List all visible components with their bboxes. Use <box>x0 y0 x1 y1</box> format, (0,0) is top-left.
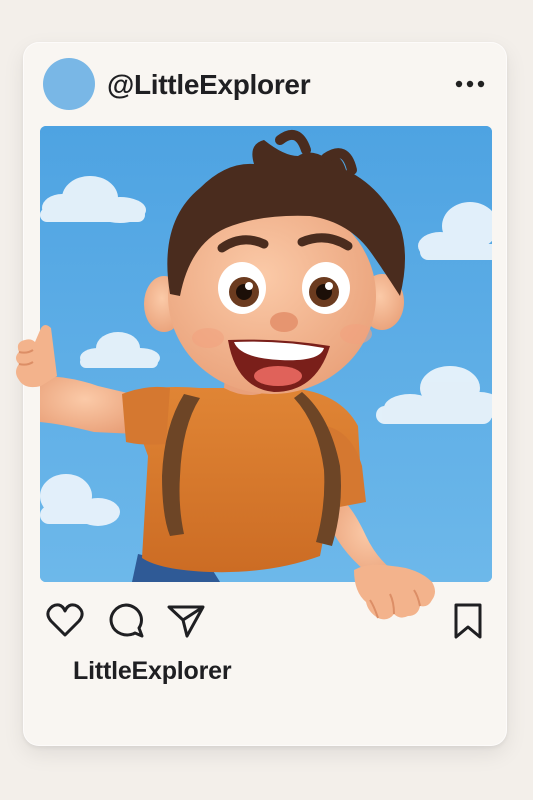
avatar[interactable] <box>43 58 95 110</box>
right-hand <box>354 564 435 620</box>
bookmark-icon[interactable] <box>447 600 489 642</box>
post-username[interactable]: @LittleExplorer <box>107 68 311 102</box>
comment-icon[interactable] <box>105 600 147 642</box>
more-options-icon[interactable] <box>453 74 487 94</box>
caption-username[interactable]: LittleExplorer <box>73 655 232 687</box>
post-card: @LittleExplorer LittleExplorer <box>16 42 507 746</box>
send-icon[interactable] <box>165 600 207 642</box>
left-hand <box>16 325 57 388</box>
post-image[interactable] <box>40 126 492 582</box>
heart-icon[interactable] <box>44 600 86 642</box>
